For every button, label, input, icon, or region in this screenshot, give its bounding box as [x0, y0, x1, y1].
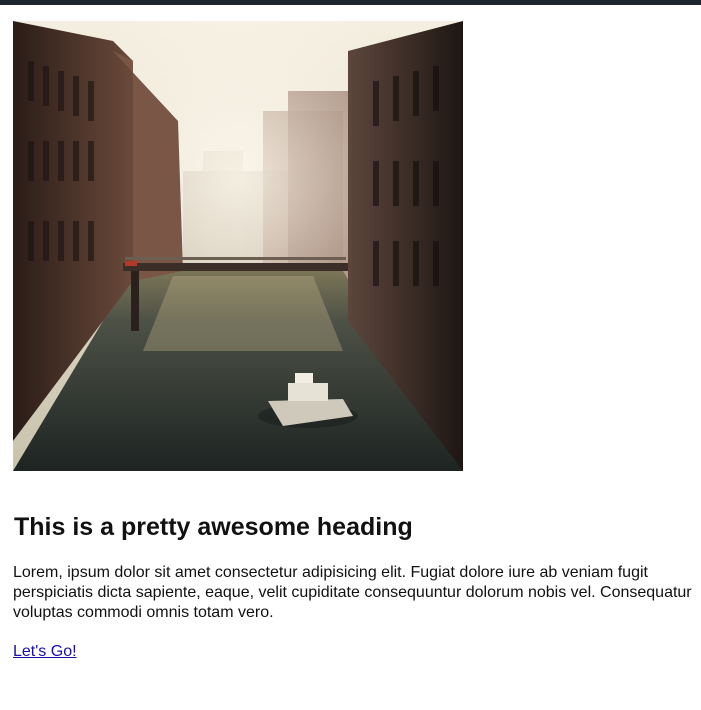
content-card: This is a pretty awesome heading Lorem, …	[13, 21, 693, 662]
card-heading: This is a pretty awesome heading	[14, 513, 413, 541]
top-bar	[0, 0, 701, 5]
canal-photo	[13, 21, 463, 471]
lets-go-link[interactable]: Let's Go!	[13, 642, 77, 662]
card-body-text: Lorem, ipsum dolor sit amet consectetur …	[13, 564, 692, 621]
